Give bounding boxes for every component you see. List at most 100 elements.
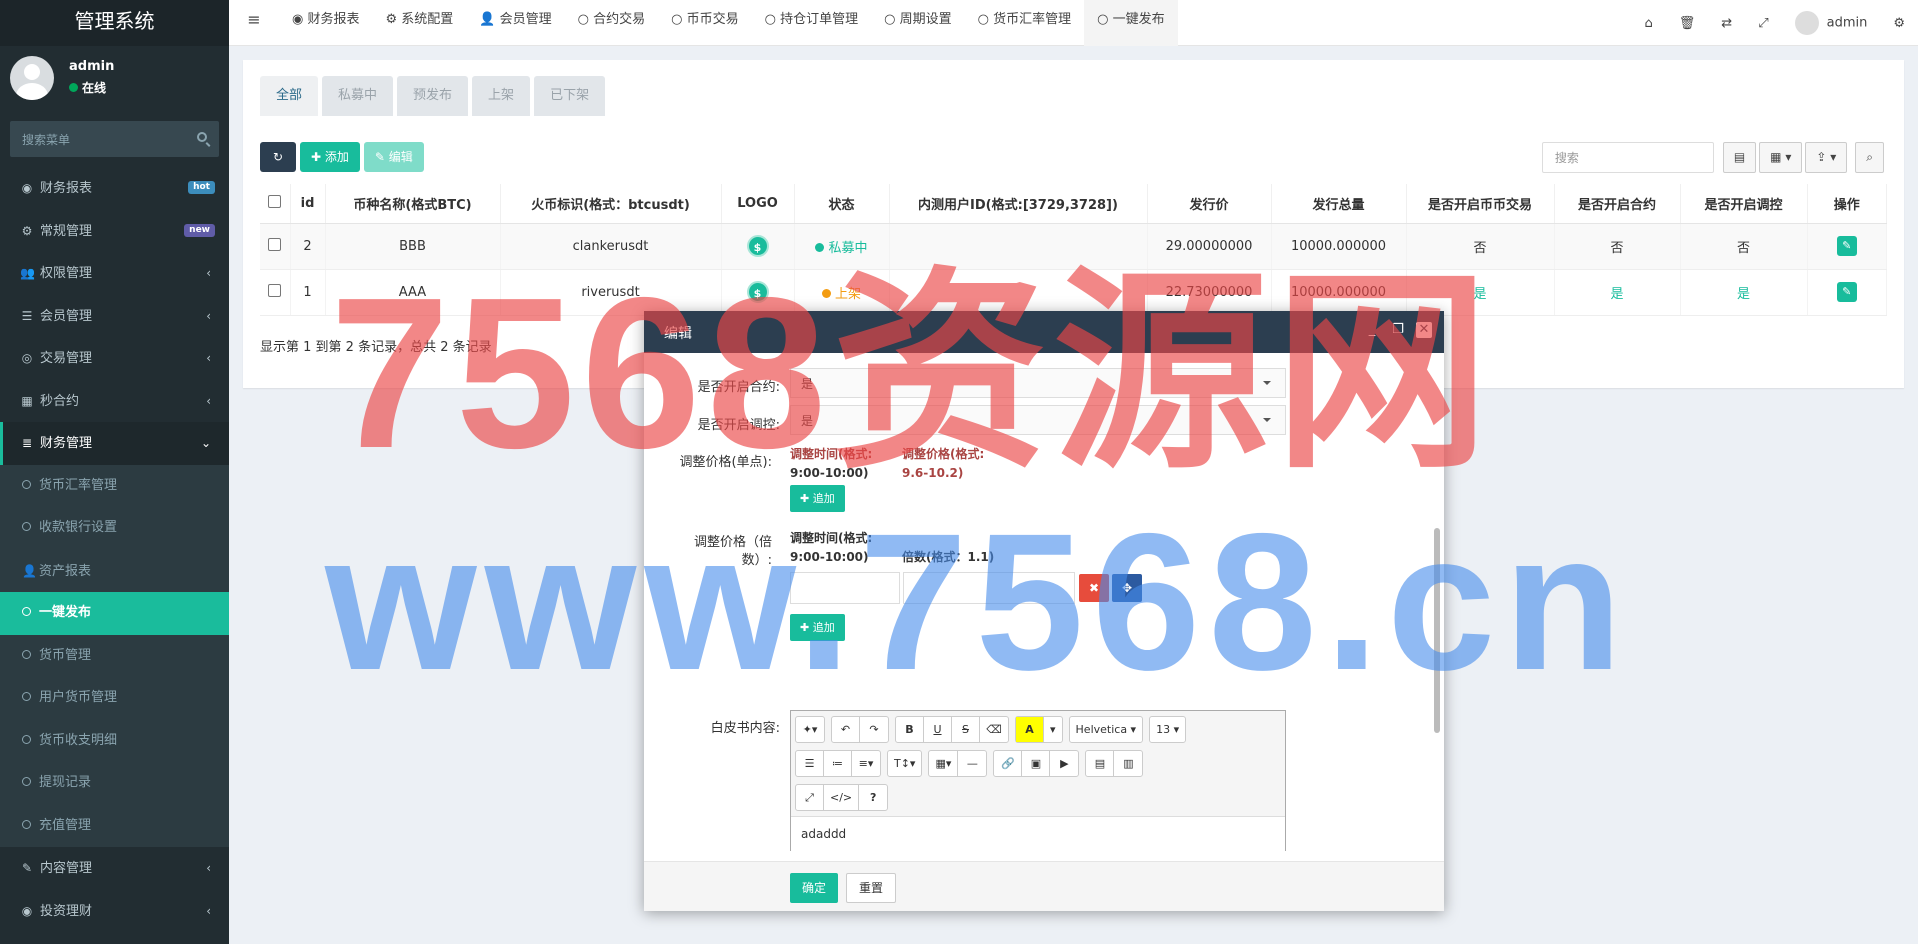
toggle-view-button[interactable]: ▤ (1722, 142, 1757, 173)
undo-icon[interactable]: ↶ (832, 717, 860, 742)
tab-private[interactable]: 私募中 (322, 76, 394, 116)
row-edit-button[interactable]: ✎ (1836, 236, 1857, 256)
ordered-list-icon[interactable]: ≔ (824, 751, 852, 776)
checkbox[interactable] (268, 237, 282, 251)
sidebar-item-finance-report[interactable]: ◉ 财务报表 hot (0, 167, 229, 210)
sidebar-item-auth[interactable]: 👥 权限管理 ‹ (0, 252, 229, 295)
col-name[interactable]: 币种名称(格式BTC) (325, 184, 501, 224)
add-single-button[interactable]: ✚ 追加 (790, 485, 845, 512)
video-icon[interactable]: ▶ (1050, 751, 1078, 776)
search-toggle-button[interactable]: ⌕ (1855, 142, 1884, 173)
coin-logo-icon[interactable]: $ (746, 235, 769, 257)
col-price[interactable]: 发行价 (1147, 184, 1272, 224)
tab-contract-trade[interactable]: ○ 合约交易 (565, 0, 659, 46)
tab-delisted[interactable]: 已下架 (534, 76, 606, 116)
tab-positions[interactable]: ○ 持仓订单管理 (752, 0, 872, 46)
fullscreen-icon[interactable]: ⤢ (1745, 16, 1781, 31)
maximize-icon[interactable]: ❐ (1390, 322, 1406, 338)
home-icon[interactable]: ⌂ (1632, 16, 1666, 31)
trash-icon[interactable]: 🗑 (1666, 16, 1709, 31)
add-multi-button[interactable]: ✚ 追加 (790, 614, 845, 641)
sidebar-item-invest[interactable]: ◉ 投资理财 ‹ (0, 890, 229, 933)
sidebar-subitem-one-click-publish[interactable]: 一键发布 (0, 592, 229, 635)
font-family-select[interactable]: Helvetica ▾ (1070, 717, 1143, 742)
fullscreen-icon[interactable]: ⤢ (796, 785, 824, 810)
remove-row-button[interactable]: ✖ (1079, 574, 1109, 602)
coin-logo-icon[interactable]: $ (746, 281, 769, 303)
sidebar-item-general[interactable]: ⚙ 常规管理 new (0, 210, 229, 253)
magic-icon[interactable]: ✦▾ (796, 717, 824, 742)
tab-listed[interactable]: 上架 (472, 76, 531, 116)
drag-handle-button[interactable]: ✥ (1112, 574, 1142, 602)
table-row[interactable]: 2 BBB clankerusdt $ 私募中 29.00000000 1000… (260, 223, 1887, 270)
align-icon[interactable]: ≡▾ (852, 751, 880, 776)
user-menu[interactable]: admin (1782, 11, 1881, 35)
time-input[interactable] (790, 572, 900, 604)
menu-search-input[interactable]: 搜索菜单 (10, 121, 219, 157)
line-height-icon[interactable]: T↕▾ (888, 751, 921, 776)
reset-button[interactable]: 重置 (846, 873, 897, 903)
font-color-icon[interactable]: A (1016, 717, 1044, 742)
col-huobi[interactable]: 火币标识(格式：btcusdt) (500, 184, 722, 224)
file-icon[interactable]: ▤ (1086, 751, 1115, 776)
close-icon[interactable]: ✕ (1416, 322, 1432, 338)
sidebar-subitem-withdraw[interactable]: 提现记录 (0, 762, 229, 805)
menu-toggle-icon[interactable]: ≡ (229, 0, 279, 46)
sidebar-item-finance[interactable]: ≣ 财务管理 ⌄ (0, 422, 229, 465)
col-test-ids[interactable]: 内测用户ID(格式:[3729,3728]) (889, 184, 1148, 224)
sidebar-subitem-rate[interactable]: 货币汇率管理 (0, 465, 229, 508)
help-icon[interactable]: ? (859, 785, 887, 810)
sidebar-subitem-recharge[interactable]: 充值管理 (0, 805, 229, 848)
tab-all[interactable]: 全部 (260, 76, 319, 116)
table-row[interactable]: 1 AAA riverusdt $ 上架 22.73000000 10000.0… (260, 269, 1887, 316)
sidebar-subitem-currency-detail[interactable]: 货币收支明细 (0, 720, 229, 763)
confirm-button[interactable]: 确定 (790, 873, 839, 903)
export-button[interactable]: ⇪ ▾ (1805, 142, 1848, 173)
checkbox[interactable] (268, 283, 282, 297)
table-icon[interactable]: ▦▾ (929, 751, 959, 776)
tab-one-click-publish[interactable]: ○ 一键发布 (1084, 0, 1178, 46)
col-total[interactable]: 发行总量 (1271, 184, 1407, 224)
code-view-icon[interactable]: </> (824, 785, 860, 810)
modal-scrollbar[interactable] (1432, 353, 1442, 851)
columns-button[interactable]: ▦ ▾ (1759, 142, 1803, 173)
sidebar-item-second-contract[interactable]: ▦ 秒合约 ‹ (0, 380, 229, 423)
multiple-input[interactable] (903, 572, 1075, 604)
font-size-select[interactable]: 13 ▾ (1150, 717, 1185, 742)
row-checkbox[interactable] (260, 223, 291, 270)
link-icon[interactable]: 🔗 (994, 751, 1023, 776)
col-control[interactable]: 是否开启调控 (1680, 184, 1808, 224)
modal-header[interactable]: 编辑 _ ❐ ✕ (644, 311, 1444, 353)
document-icon[interactable]: ▥ (1114, 751, 1142, 776)
tab-coin-trade[interactable]: ○ 币币交易 (658, 0, 752, 46)
sidebar-subitem-currency[interactable]: 货币管理 (0, 635, 229, 678)
tab-pre-release[interactable]: 预发布 (397, 76, 469, 116)
eraser-icon[interactable]: ⌫ (980, 717, 1008, 742)
minimize-icon[interactable]: _ (1364, 322, 1380, 338)
image-icon[interactable]: ▣ (1022, 751, 1051, 776)
checkbox[interactable] (268, 194, 282, 208)
col-coin-trade[interactable]: 是否开启币币交易 (1406, 184, 1555, 224)
unordered-list-icon[interactable]: ☰ (796, 751, 824, 776)
add-button[interactable]: ✚ 添加 (300, 142, 360, 172)
horizontal-rule-icon[interactable]: — (958, 751, 986, 776)
sidebar-item-content[interactable]: ✎ 内容管理 ‹ (0, 847, 229, 890)
tab-system-config[interactable]: ⚙ 系统配置 (373, 0, 467, 46)
tab-period[interactable]: ○ 周期设置 (871, 0, 965, 46)
select-all-checkbox[interactable] (260, 184, 291, 224)
refresh-button[interactable]: ↻ (260, 142, 296, 172)
search-icon[interactable] (197, 132, 207, 142)
tab-members[interactable]: 👤 会员管理 (466, 0, 564, 46)
tab-rate[interactable]: ○ 货币汇率管理 (965, 0, 1085, 46)
editor-content-area[interactable]: adaddd (791, 816, 1285, 851)
row-checkbox[interactable] (260, 269, 291, 316)
redo-icon[interactable]: ↷ (860, 717, 888, 742)
sidebar-subitem-asset-report[interactable]: 👤 资产报表 (0, 550, 229, 593)
gear-icon[interactable]: ⚙ (1880, 16, 1918, 31)
chevron-down-icon[interactable]: ▾ (1044, 717, 1062, 742)
contract-select[interactable]: 是 (790, 368, 1286, 398)
strikethrough-icon[interactable]: S (952, 717, 980, 742)
edit-button[interactable]: ✎ 编辑 (363, 142, 424, 172)
row-edit-button[interactable]: ✎ (1836, 282, 1857, 302)
col-logo[interactable]: LOGO (721, 184, 795, 224)
